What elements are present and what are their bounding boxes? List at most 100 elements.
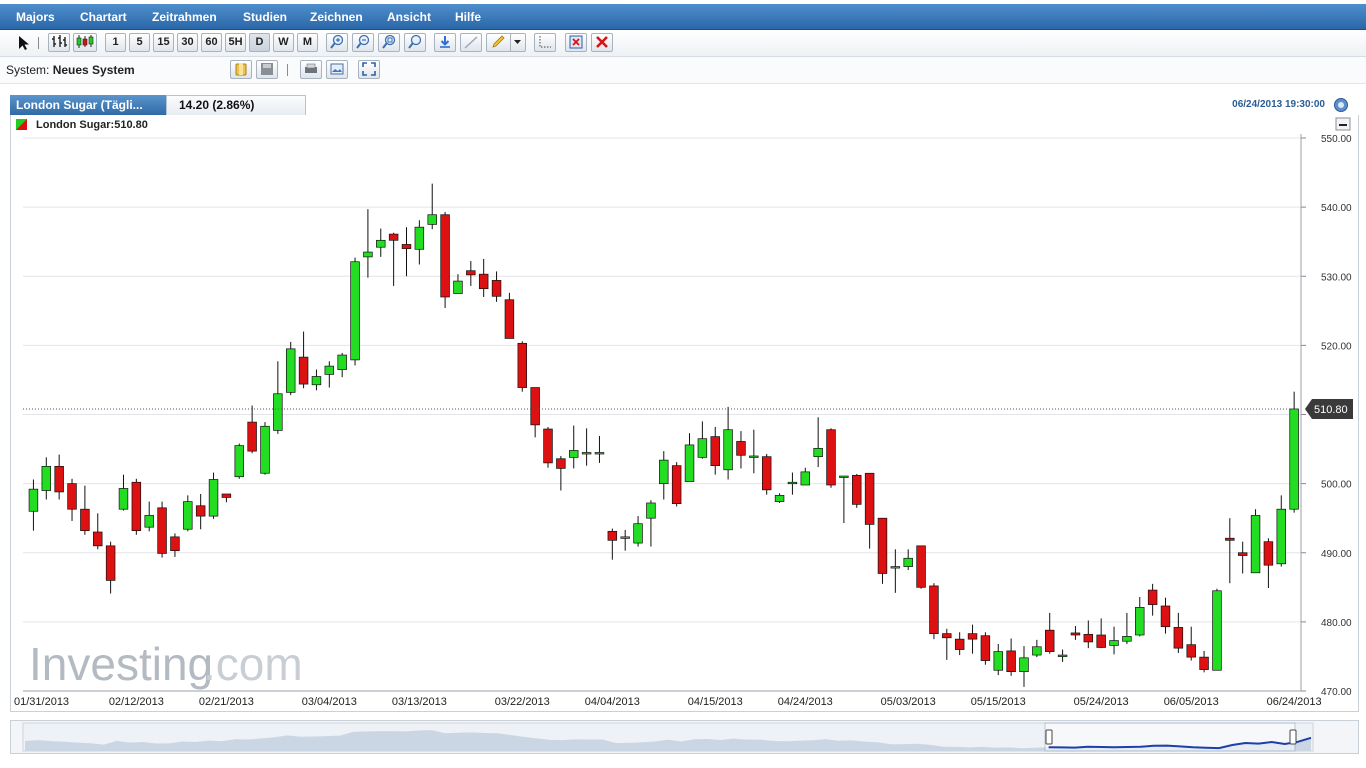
- chart-datetime: 06/24/2013 19:30:00: [1232, 99, 1325, 110]
- timeframe-5h-button[interactable]: 5H: [225, 33, 246, 52]
- candle-body: [1057, 654, 1068, 657]
- candle[interactable]: [852, 473, 862, 508]
- pencil-dropdown-button[interactable]: [510, 33, 526, 52]
- candle-body: [54, 465, 64, 493]
- candle-body: [1032, 646, 1042, 656]
- candlestick-icon: [76, 35, 94, 48]
- download-button[interactable]: [434, 33, 456, 52]
- candle[interactable]: [761, 453, 772, 495]
- candle[interactable]: [260, 422, 270, 475]
- menu-zeichnen[interactable]: Zeichnen: [310, 10, 363, 24]
- zoom-reset-button[interactable]: [404, 33, 426, 52]
- candle-body: [1237, 552, 1248, 556]
- candle-body: [1173, 627, 1184, 649]
- candle-body: [401, 244, 412, 249]
- candle[interactable]: [234, 443, 244, 479]
- candle[interactable]: [1250, 509, 1261, 574]
- zoom-fit-button[interactable]: [378, 33, 400, 52]
- candle[interactable]: [157, 501, 167, 558]
- candle-body: [749, 455, 759, 458]
- candle-body: [247, 421, 257, 452]
- candlestick-chart[interactable]: Investing .com 550.00 540.00 530.00 520.00 5…: [11, 115, 1358, 711]
- candle[interactable]: [543, 426, 553, 468]
- candle-body: [183, 501, 193, 530]
- dropdown-icon: [514, 40, 521, 44]
- zoom-in-icon: [330, 34, 344, 49]
- candle[interactable]: [826, 428, 836, 488]
- candle-body: [414, 226, 425, 250]
- navigator-scrollbar[interactable]: [10, 720, 1359, 754]
- candle[interactable]: [1212, 588, 1222, 671]
- candle-body: [144, 515, 154, 528]
- delete-all-button[interactable]: [591, 33, 613, 52]
- bar-chart-icon: [52, 35, 67, 47]
- crosshair-button[interactable]: [534, 33, 556, 52]
- candle-body: [1070, 632, 1081, 636]
- menu-ansicht[interactable]: Ansicht: [387, 10, 431, 24]
- menu-majors[interactable]: Majors: [16, 10, 55, 24]
- candle[interactable]: [929, 583, 939, 640]
- candle-body: [864, 472, 875, 525]
- timeframe-m-button[interactable]: M: [297, 33, 318, 52]
- image-icon: [330, 63, 344, 75]
- candle-body: [569, 450, 579, 458]
- candle[interactable]: [350, 257, 360, 366]
- pencil-button[interactable]: [486, 33, 512, 52]
- candle[interactable]: [671, 462, 682, 507]
- candle[interactable]: [1289, 391, 1299, 513]
- bar-chart-button[interactable]: [48, 33, 70, 52]
- candle[interactable]: [517, 341, 528, 392]
- menu-zeitrahmen[interactable]: Zeitrahmen: [152, 10, 217, 24]
- timeframe-60-button[interactable]: 60: [201, 33, 222, 52]
- candle-body: [118, 488, 129, 510]
- candle-body: [504, 299, 515, 339]
- candle-body: [556, 458, 566, 469]
- watermark-suffix: .com: [203, 638, 303, 690]
- candle[interactable]: [916, 545, 926, 589]
- timeframe-15-button[interactable]: 15: [153, 33, 174, 52]
- candle-body: [221, 493, 232, 498]
- fullscreen-button[interactable]: [358, 60, 380, 79]
- timeframe-d-button[interactable]: D: [249, 33, 270, 52]
- candle-body: [41, 465, 52, 491]
- timeframe-30-button[interactable]: 30: [177, 33, 198, 52]
- settings-circle-icon[interactable]: [1333, 97, 1349, 113]
- timeframe-w-button[interactable]: W: [273, 33, 294, 52]
- delete-drawing-button[interactable]: [565, 33, 587, 52]
- zoom-out-button[interactable]: [352, 33, 374, 52]
- folder-icon: [235, 63, 247, 76]
- candle-body: [607, 530, 618, 541]
- zoom-in-button[interactable]: [326, 33, 348, 52]
- tab-london-sugar[interactable]: London Sugar (Tägli...: [10, 95, 166, 115]
- candle[interactable]: [208, 472, 219, 519]
- candle-body: [942, 633, 952, 639]
- print-button[interactable]: [300, 60, 322, 79]
- fullscreen-icon: [362, 62, 376, 76]
- crosshair-icon: [539, 36, 551, 48]
- timeframe-1-button[interactable]: 1: [105, 33, 126, 52]
- open-system-button[interactable]: [230, 60, 252, 79]
- candlestick-button[interactable]: [73, 33, 97, 52]
- timeframe-5-button[interactable]: 5: [129, 33, 150, 52]
- candle[interactable]: [285, 341, 296, 396]
- navigator-handle-right[interactable]: [1289, 729, 1297, 745]
- candle-body: [260, 425, 270, 474]
- delete-drawing-icon: [569, 35, 583, 49]
- candle[interactable]: [504, 292, 515, 339]
- candle[interactable]: [440, 211, 450, 309]
- navigator-handle-left[interactable]: [1045, 729, 1053, 745]
- candle-body: [170, 536, 180, 552]
- pointer-icon[interactable]: [17, 35, 31, 51]
- menu-chartart[interactable]: Chartart: [80, 10, 127, 24]
- image-button[interactable]: [326, 60, 348, 79]
- menu-studien[interactable]: Studien: [243, 10, 287, 24]
- candle-body: [1199, 656, 1209, 670]
- x-tick-label: 06/05/2013: [1164, 696, 1219, 708]
- candle-body: [659, 459, 669, 484]
- candle-body: [813, 448, 823, 458]
- candle[interactable]: [980, 632, 991, 665]
- menu-hilfe[interactable]: Hilfe: [455, 10, 481, 24]
- candle[interactable]: [131, 478, 142, 535]
- line-draw-button[interactable]: [460, 33, 482, 52]
- save-system-button[interactable]: [256, 60, 278, 79]
